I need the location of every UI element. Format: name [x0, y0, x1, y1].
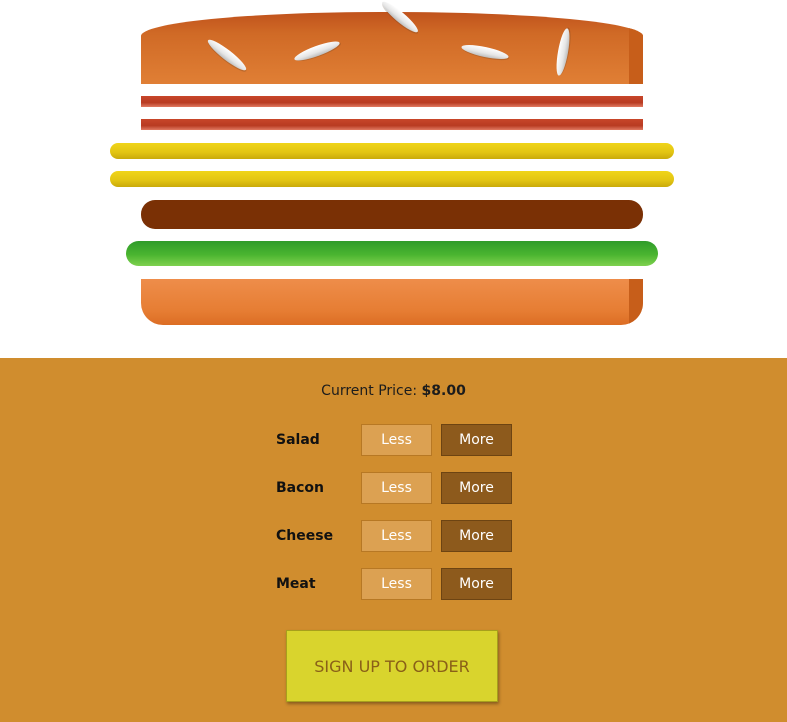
- sesame-seed: [460, 42, 510, 62]
- bacon-more-button[interactable]: More: [441, 472, 512, 504]
- cheese-layer: [110, 143, 674, 159]
- cheese-more-button[interactable]: More: [441, 520, 512, 552]
- sesame-seed: [553, 27, 573, 77]
- bacon-layer: [141, 96, 643, 107]
- bacon-less-button[interactable]: Less: [361, 472, 432, 504]
- ingredient-label: Salad: [276, 432, 320, 448]
- controls-panel: Current Price: $8.00 Salad Less More Bac…: [0, 358, 787, 722]
- bacon-layer: [141, 119, 643, 130]
- price-value: $8.00: [421, 383, 466, 399]
- cheese-less-button[interactable]: Less: [361, 520, 432, 552]
- burger-preview: [0, 0, 787, 358]
- sesame-seed: [292, 38, 342, 64]
- salad-layer: [126, 241, 658, 266]
- current-price: Current Price: $8.00: [0, 383, 787, 399]
- bottom-bun: [141, 279, 643, 325]
- meat-more-button[interactable]: More: [441, 568, 512, 600]
- ingredient-label: Meat: [276, 576, 316, 592]
- meat-less-button[interactable]: Less: [361, 568, 432, 600]
- ingredient-label: Cheese: [276, 528, 334, 544]
- cheese-layer: [110, 171, 674, 187]
- salad-more-button[interactable]: More: [441, 424, 512, 456]
- meat-layer: [141, 200, 643, 229]
- ingredient-label: Bacon: [276, 480, 325, 496]
- salad-less-button[interactable]: Less: [361, 424, 432, 456]
- price-label: Current Price:: [321, 383, 418, 399]
- sesame-seed: [205, 36, 249, 74]
- sign-up-to-order-button[interactable]: SIGN UP TO ORDER: [286, 630, 498, 702]
- top-bun: [141, 12, 643, 84]
